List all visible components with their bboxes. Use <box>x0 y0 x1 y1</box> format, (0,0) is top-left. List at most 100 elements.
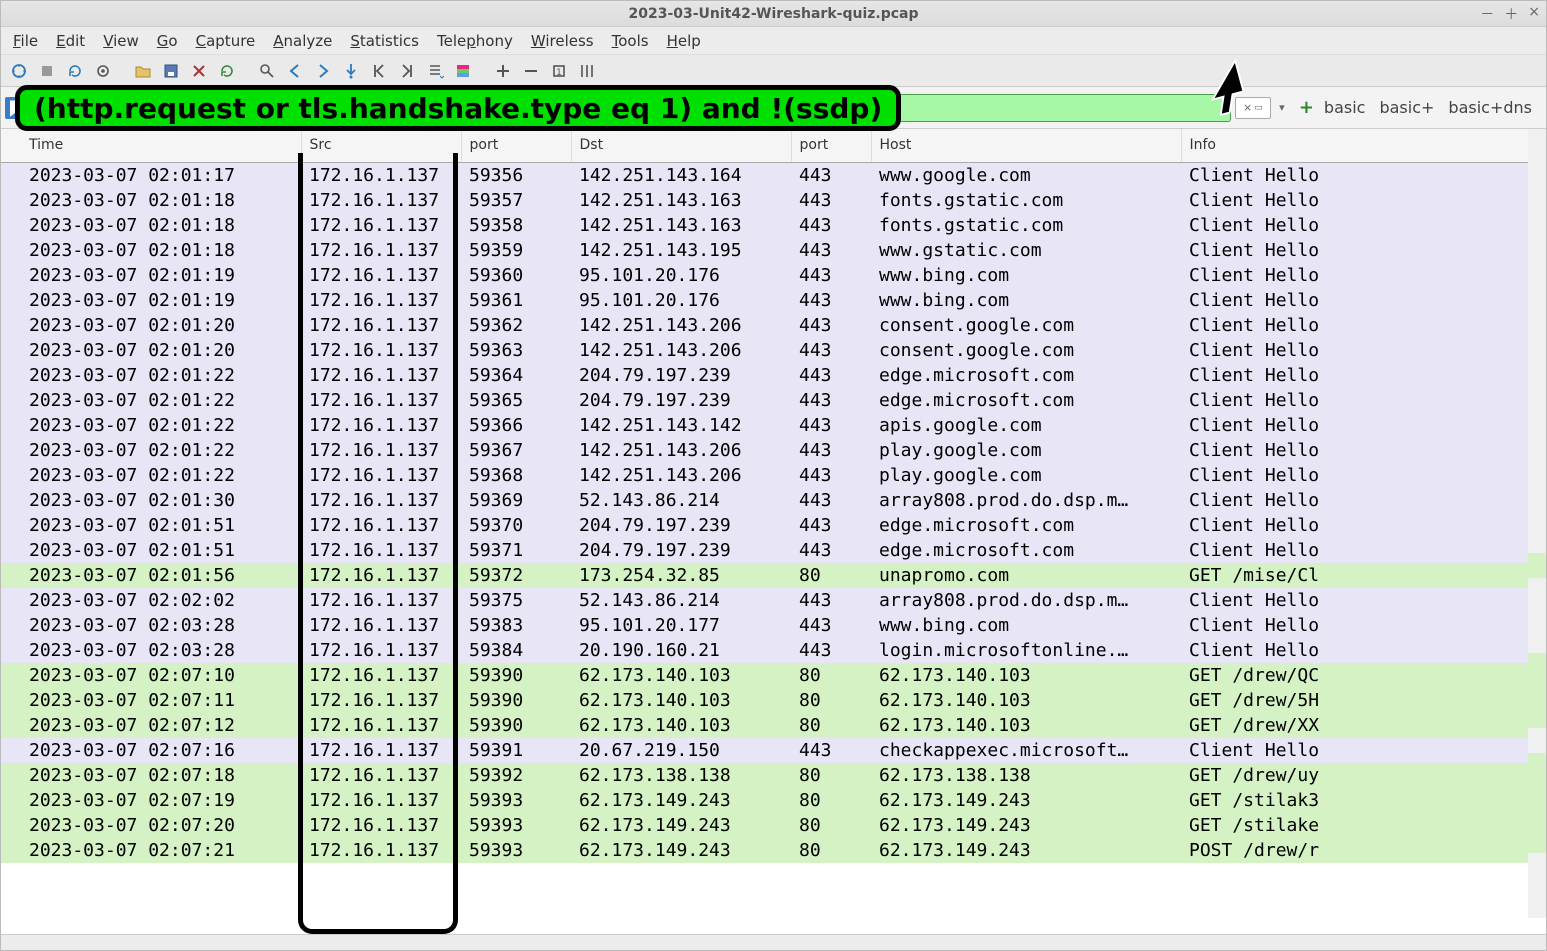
filter-bookmark-button[interactable] <box>5 97 25 119</box>
packet-row[interactable]: 2023-03-07 02:03:28172.16.1.1375938420.1… <box>1 638 1546 663</box>
menu-statistics[interactable]: Statistics <box>342 28 427 54</box>
packet-row[interactable]: 2023-03-07 02:01:22172.16.1.13759365204.… <box>1 388 1546 413</box>
packet-row[interactable]: 2023-03-07 02:01:19172.16.1.1375936095.1… <box>1 263 1546 288</box>
stop-capture-icon[interactable] <box>35 59 59 83</box>
packet-row[interactable]: 2023-03-07 02:03:28172.16.1.1375938395.1… <box>1 613 1546 638</box>
cell: 80 <box>791 663 871 688</box>
last-packet-icon[interactable] <box>395 59 419 83</box>
menu-edit[interactable]: Edit <box>48 28 93 54</box>
filter-preset-basic[interactable]: basic <box>1324 98 1366 117</box>
packet-row[interactable]: 2023-03-07 02:01:51172.16.1.13759370204.… <box>1 513 1546 538</box>
find-packet-icon[interactable] <box>255 59 279 83</box>
menu-telephony[interactable]: Telephony <box>429 28 521 54</box>
open-file-icon[interactable] <box>131 59 155 83</box>
column-header-port[interactable]: port <box>461 129 571 163</box>
start-capture-icon[interactable] <box>7 59 31 83</box>
packet-row[interactable]: 2023-03-07 02:01:20172.16.1.13759362142.… <box>1 313 1546 338</box>
capture-options-icon[interactable] <box>91 59 115 83</box>
packet-row[interactable]: 2023-03-07 02:01:17172.16.1.13759356142.… <box>1 163 1546 189</box>
column-header-dst[interactable]: Dst <box>571 129 791 163</box>
packet-row[interactable]: 2023-03-07 02:07:18172.16.1.1375939262.1… <box>1 763 1546 788</box>
first-packet-icon[interactable] <box>367 59 391 83</box>
packet-list-pane[interactable]: TimeSrcportDstportHostInfo 2023-03-07 02… <box>1 129 1546 934</box>
filter-history-dropdown[interactable]: ▾ <box>1275 101 1289 114</box>
menu-analyze[interactable]: Analyze <box>265 28 340 54</box>
packet-row[interactable]: 2023-03-07 02:07:12172.16.1.1375939062.1… <box>1 713 1546 738</box>
horizontal-scrollbar[interactable] <box>1 934 1546 950</box>
auto-scroll-icon[interactable] <box>423 59 447 83</box>
menu-go[interactable]: Go <box>149 28 186 54</box>
menu-wireless[interactable]: Wireless <box>523 28 602 54</box>
column-header-time[interactable]: Time <box>1 129 301 163</box>
packet-row[interactable]: 2023-03-07 02:01:18172.16.1.13759358142.… <box>1 213 1546 238</box>
cell: 443 <box>791 363 871 388</box>
cell: 59370 <box>461 513 571 538</box>
packet-row[interactable]: 2023-03-07 02:07:16172.16.1.1375939120.6… <box>1 738 1546 763</box>
menu-capture[interactable]: Capture <box>188 28 264 54</box>
reload-icon[interactable] <box>215 59 239 83</box>
cell: 443 <box>791 213 871 238</box>
packet-row[interactable]: 2023-03-07 02:01:30172.16.1.1375936952.1… <box>1 488 1546 513</box>
cell: 52.143.86.214 <box>571 588 791 613</box>
menu-tools[interactable]: Tools <box>604 28 657 54</box>
zoom-in-icon[interactable] <box>491 59 515 83</box>
go-back-icon[interactable] <box>283 59 307 83</box>
column-header-info[interactable]: Info <box>1181 129 1546 163</box>
cell: Client Hello <box>1181 188 1546 213</box>
packet-row[interactable]: 2023-03-07 02:02:02172.16.1.1375937552.1… <box>1 588 1546 613</box>
packet-row[interactable]: 2023-03-07 02:01:22172.16.1.13759364204.… <box>1 363 1546 388</box>
packet-row[interactable]: 2023-03-07 02:07:19172.16.1.1375939362.1… <box>1 788 1546 813</box>
cell: 2023-03-07 02:07:10 <box>1 663 301 688</box>
menu-help[interactable]: Help <box>659 28 709 54</box>
cell: 2023-03-07 02:01:51 <box>1 538 301 563</box>
resize-columns-icon[interactable] <box>575 59 599 83</box>
restart-capture-icon[interactable] <box>63 59 87 83</box>
filter-preset-basicplusdns[interactable]: basic+dns <box>1448 98 1532 117</box>
packet-row[interactable]: 2023-03-07 02:07:11172.16.1.1375939062.1… <box>1 688 1546 713</box>
maximize-button[interactable]: ＋ <box>1504 4 1518 24</box>
cell: 204.79.197.239 <box>571 513 791 538</box>
packet-row[interactable]: 2023-03-07 02:01:20172.16.1.13759363142.… <box>1 338 1546 363</box>
zoom-out-icon[interactable] <box>519 59 543 83</box>
packet-row[interactable]: 2023-03-07 02:01:22172.16.1.13759366142.… <box>1 413 1546 438</box>
colorize-icon[interactable] <box>451 59 475 83</box>
packet-row[interactable]: 2023-03-07 02:01:56172.16.1.13759372173.… <box>1 563 1546 588</box>
cell: consent.google.com <box>871 313 1181 338</box>
minimize-button[interactable]: － <box>1480 4 1494 24</box>
display-filter-input[interactable] <box>29 94 1231 122</box>
packet-table[interactable]: TimeSrcportDstportHostInfo 2023-03-07 02… <box>1 129 1546 863</box>
cell: checkappexec.microsoft… <box>871 738 1181 763</box>
column-header-port[interactable]: port <box>791 129 871 163</box>
go-to-packet-icon[interactable] <box>339 59 363 83</box>
packet-row[interactable]: 2023-03-07 02:07:10172.16.1.1375939062.1… <box>1 663 1546 688</box>
save-file-icon[interactable] <box>159 59 183 83</box>
cell: 2023-03-07 02:01:51 <box>1 513 301 538</box>
menu-file[interactable]: File <box>5 28 46 54</box>
close-window-button[interactable]: × <box>1528 4 1540 24</box>
go-forward-icon[interactable] <box>311 59 335 83</box>
packet-row[interactable]: 2023-03-07 02:07:21172.16.1.1375939362.1… <box>1 838 1546 863</box>
column-header-host[interactable]: Host <box>871 129 1181 163</box>
zoom-reset-icon[interactable]: 1 <box>547 59 571 83</box>
cell: 59390 <box>461 713 571 738</box>
packet-row[interactable]: 2023-03-07 02:01:19172.16.1.1375936195.1… <box>1 288 1546 313</box>
filter-add-button[interactable]: + <box>1293 97 1320 118</box>
column-header-src[interactable]: Src <box>301 129 461 163</box>
cell: 59390 <box>461 688 571 713</box>
close-file-icon[interactable] <box>187 59 211 83</box>
cell: 172.16.1.137 <box>301 363 461 388</box>
cell: 2023-03-07 02:01:22 <box>1 413 301 438</box>
packet-row[interactable]: 2023-03-07 02:01:18172.16.1.13759359142.… <box>1 238 1546 263</box>
cell: 172.16.1.137 <box>301 188 461 213</box>
packet-row[interactable]: 2023-03-07 02:01:18172.16.1.13759357142.… <box>1 188 1546 213</box>
cell: Client Hello <box>1181 638 1546 663</box>
vertical-scrollbar-track[interactable] <box>1528 129 1546 918</box>
packet-row[interactable]: 2023-03-07 02:07:20172.16.1.1375939362.1… <box>1 813 1546 838</box>
packet-row[interactable]: 2023-03-07 02:01:51172.16.1.13759371204.… <box>1 538 1546 563</box>
filter-preset-basicplus[interactable]: basic+ <box>1379 98 1434 117</box>
cell: 62.173.140.103 <box>871 713 1181 738</box>
packet-row[interactable]: 2023-03-07 02:01:22172.16.1.13759367142.… <box>1 438 1546 463</box>
cell: 62.173.140.103 <box>871 663 1181 688</box>
packet-row[interactable]: 2023-03-07 02:01:22172.16.1.13759368142.… <box>1 463 1546 488</box>
menu-view[interactable]: View <box>95 28 147 54</box>
